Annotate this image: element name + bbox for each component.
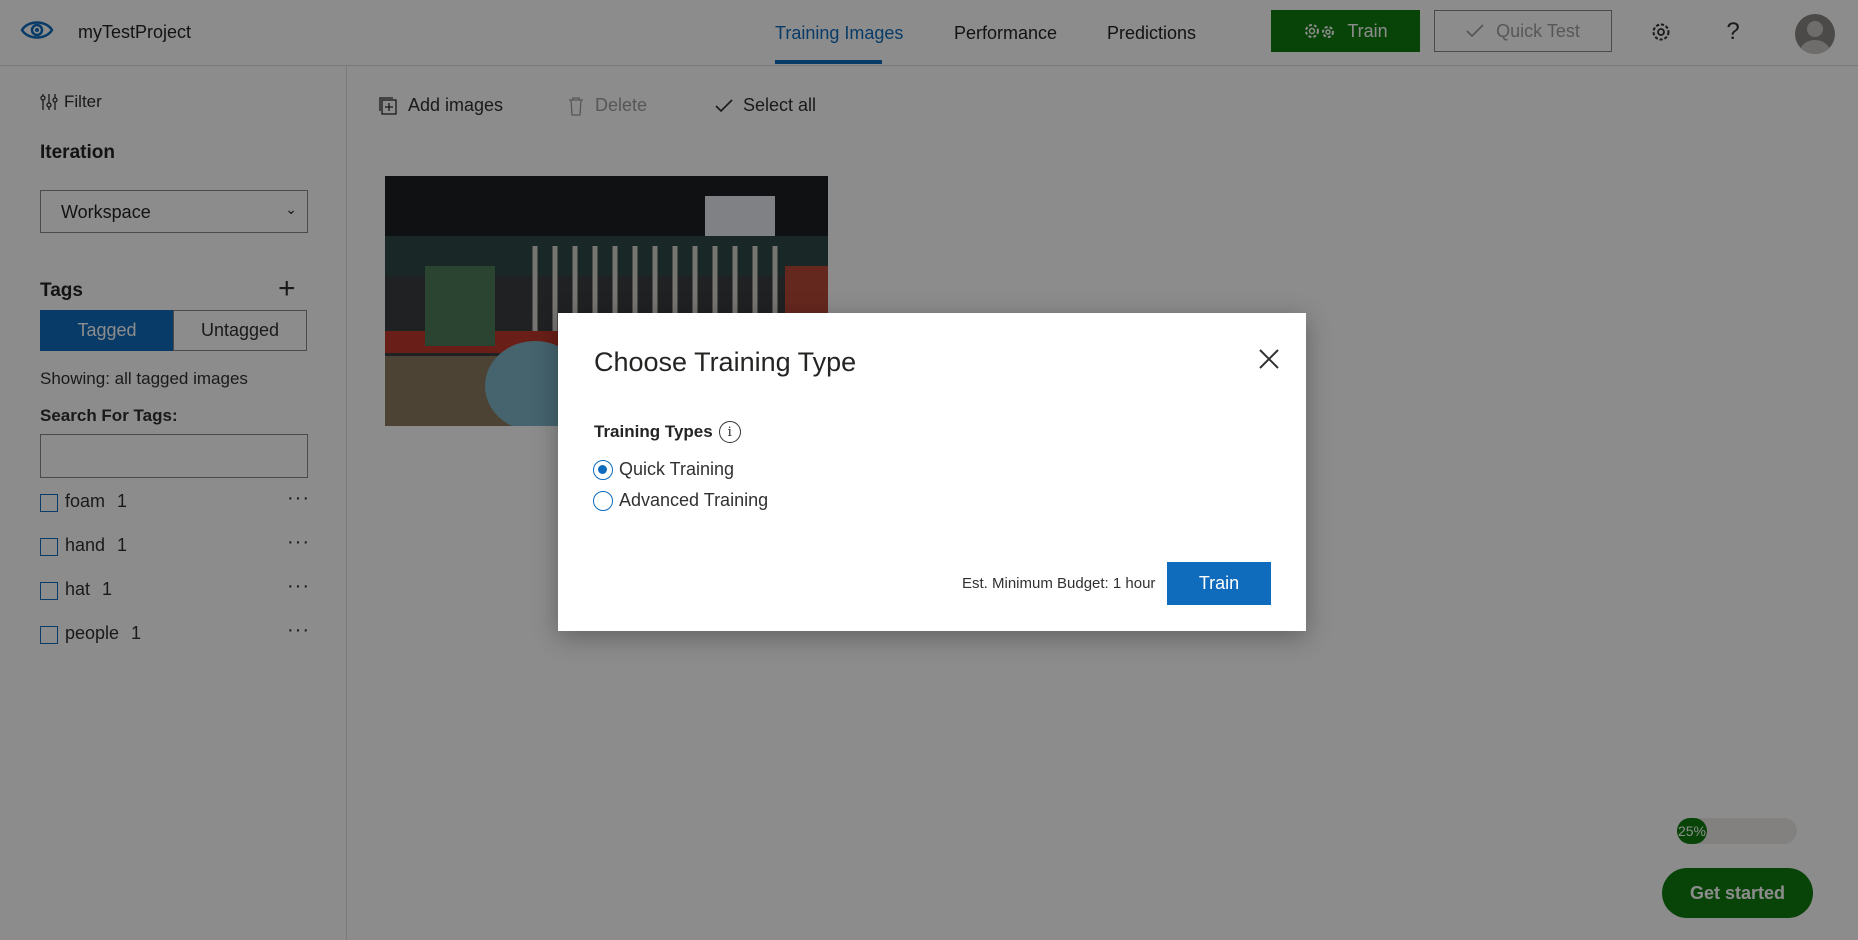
dialog-title: Choose Training Type — [594, 347, 857, 377]
quick-training-option[interactable]: Quick Training — [593, 459, 734, 480]
quick-training-radio[interactable] — [593, 459, 613, 480]
advanced-training-option[interactable]: Advanced Training — [593, 490, 768, 511]
quick-training-label: Quick Training — [619, 459, 735, 479]
info-icon[interactable]: i — [718, 421, 741, 443]
training-types-text: Training Types — [594, 422, 713, 441]
advanced-training-label: Advanced Training — [619, 490, 769, 510]
close-icon[interactable] — [1255, 345, 1283, 373]
dialog-train-button[interactable]: Train — [1167, 562, 1271, 605]
training-types-label: Training Types i — [594, 421, 741, 443]
advanced-training-radio[interactable] — [593, 490, 613, 511]
budget-estimate: Est. Minimum Budget: 1 hour — [962, 575, 1156, 592]
choose-training-type-dialog: Choose Training Type Training Types i Qu… — [558, 313, 1306, 631]
